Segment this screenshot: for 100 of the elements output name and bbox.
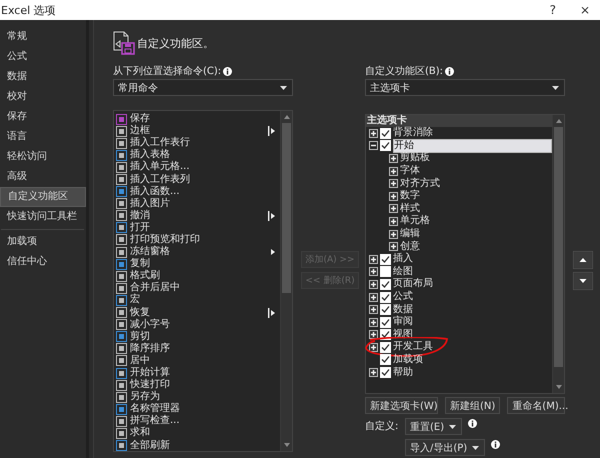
command-item[interactable]: 拼写检查...	[130, 415, 280, 428]
tree-item[interactable]: 编辑	[400, 228, 420, 240]
expand-icon[interactable]	[369, 254, 378, 264]
command-item[interactable]: 剪切	[130, 330, 280, 343]
ribbon-dropdown[interactable]: 主选项卡	[365, 79, 565, 96]
sidebar-item[interactable]: 语言	[0, 127, 86, 147]
checkbox[interactable]	[380, 367, 391, 378]
tree-item[interactable]: 背景消除	[393, 127, 433, 140]
expand-icon[interactable]	[389, 242, 398, 252]
expand-icon[interactable]	[369, 305, 378, 314]
command-item[interactable]: 撤消	[130, 210, 265, 222]
tree-item[interactable]: 剪贴板	[400, 152, 430, 164]
command-item[interactable]: 边框	[130, 125, 265, 138]
expand-icon[interactable]	[369, 368, 378, 378]
expand-icon[interactable]	[389, 230, 398, 239]
import-export-button[interactable]: 导入/导出(P)	[405, 439, 486, 456]
sidebar-item[interactable]: 常规	[0, 27, 86, 47]
expand-icon[interactable]	[389, 192, 398, 201]
command-item[interactable]: 恢复	[130, 306, 265, 319]
commands-dropdown[interactable]: 常用命令	[113, 79, 293, 96]
help-button[interactable]: ?	[546, 3, 560, 17]
reset-button[interactable]: 重置(E)	[405, 418, 462, 435]
sidebar-item[interactable]: 信任中心	[0, 252, 86, 272]
tree-item[interactable]: 页面布局	[393, 278, 433, 290]
command-item[interactable]: 插入工作表列	[130, 174, 280, 186]
checkbox[interactable]	[380, 278, 391, 290]
command-item[interactable]: 宏	[130, 294, 280, 306]
move-down-button[interactable]	[573, 272, 593, 290]
tree-item[interactable]: 开发工具	[393, 341, 433, 354]
tree-item[interactable]: 加载项	[393, 354, 423, 366]
sidebar-item[interactable]: 加载项	[0, 232, 86, 252]
expand-icon[interactable]	[389, 154, 398, 163]
sidebar-item[interactable]: 轻松访问	[0, 147, 86, 167]
command-item[interactable]: 居中	[130, 354, 280, 367]
expand-icon[interactable]	[369, 318, 378, 327]
command-item[interactable]: 求和	[130, 427, 280, 440]
command-item[interactable]: 全部刷新	[130, 440, 280, 452]
expand-icon[interactable]	[369, 280, 378, 289]
checkbox[interactable]	[380, 266, 391, 278]
sidebar-item[interactable]: 数据	[0, 67, 86, 87]
tree-item[interactable]: 创意	[400, 240, 420, 253]
checkbox[interactable]	[380, 254, 391, 265]
scrollbar-thumb[interactable]	[554, 127, 563, 367]
tree-item[interactable]: 帮助	[393, 366, 413, 379]
tree-item[interactable]: 数据	[393, 304, 413, 316]
checkbox[interactable]	[380, 292, 391, 303]
checkbox[interactable]	[380, 354, 391, 366]
command-item[interactable]: 减小字号	[130, 318, 280, 331]
tree-item[interactable]: 对齐方式	[400, 178, 440, 190]
tree-item[interactable]: 审阅	[393, 316, 413, 328]
expand-icon[interactable]	[389, 179, 398, 188]
command-item[interactable]: 插入图片	[130, 198, 280, 210]
tree-item[interactable]: 字体	[400, 165, 420, 178]
checkbox[interactable]	[380, 304, 391, 316]
checkbox[interactable]	[380, 140, 391, 152]
close-button[interactable]: ×	[576, 3, 594, 17]
ribbon-button[interactable]: 新建组(N)	[445, 397, 500, 414]
expand-icon[interactable]	[389, 216, 398, 226]
expand-icon[interactable]	[369, 342, 378, 352]
expand-icon[interactable]	[369, 267, 378, 276]
checkbox[interactable]	[380, 128, 391, 139]
command-item[interactable]: 保存	[130, 113, 280, 126]
checkbox[interactable]	[380, 342, 391, 353]
tree-item[interactable]: 绘图	[393, 266, 413, 278]
ribbon-button[interactable]: 新建选项卡(W)	[365, 397, 438, 414]
collapse-icon[interactable]	[369, 141, 378, 150]
sidebar-item[interactable]: 高级	[0, 167, 86, 187]
tree-item[interactable]: 数字	[400, 190, 420, 202]
sidebar-item[interactable]: 保存	[0, 107, 86, 127]
command-item[interactable]: 插入表格	[130, 149, 280, 162]
commands-list[interactable]: 保存 边框 插入工作表行 插入表格 插入单元格... 插入工作表列 插入函数... 插入图片 撤消 打开 打印预览和打印 冻结窗格 复制 格式刷 合并后居中 宏 恢复 减小字号 剪切 降序排序 居中 开始计算 快速打印 另存为 名称管理器 拼写检查... 求和 全部刷新	[113, 110, 293, 452]
command-item[interactable]: 开始计算	[130, 367, 280, 380]
tree-item[interactable]: 开始	[393, 138, 552, 153]
command-item[interactable]: 复制	[130, 258, 280, 270]
command-item[interactable]: 降序排序	[130, 342, 280, 355]
command-item[interactable]: 打印预览和打印	[130, 234, 280, 246]
checkbox[interactable]	[380, 316, 391, 328]
scrollbar[interactable]	[280, 111, 292, 451]
expand-icon[interactable]	[369, 330, 378, 340]
scrollbar-thumb[interactable]	[282, 123, 291, 293]
tree-item[interactable]: 插入	[393, 253, 413, 266]
ribbon-button[interactable]: 重命名(M)...	[507, 397, 566, 414]
sidebar-item[interactable]: 公式	[0, 47, 86, 67]
expand-icon[interactable]	[369, 292, 378, 302]
command-item[interactable]: 合并后居中	[130, 282, 280, 294]
scrollbar[interactable]	[552, 115, 564, 393]
command-item[interactable]: 打开	[130, 222, 280, 234]
command-item[interactable]: 插入工作表行	[130, 137, 280, 150]
move-up-button[interactable]	[573, 251, 593, 269]
sidebar-item[interactable]: 校对	[0, 87, 86, 107]
sidebar-item[interactable]: 快速访问工具栏	[0, 207, 86, 227]
tree-item[interactable]: 单元格	[400, 215, 430, 228]
command-item[interactable]: 快速打印	[130, 379, 280, 392]
command-item[interactable]: 冻结窗格	[130, 246, 265, 258]
command-item[interactable]: 插入单元格...	[130, 161, 280, 174]
command-item[interactable]: 插入函数...	[130, 186, 280, 198]
sidebar-item[interactable]: 自定义功能区	[0, 187, 86, 207]
command-item[interactable]: 另存为	[130, 391, 280, 404]
command-item[interactable]: 格式刷	[130, 270, 280, 282]
tree-item[interactable]: 样式	[400, 202, 420, 215]
